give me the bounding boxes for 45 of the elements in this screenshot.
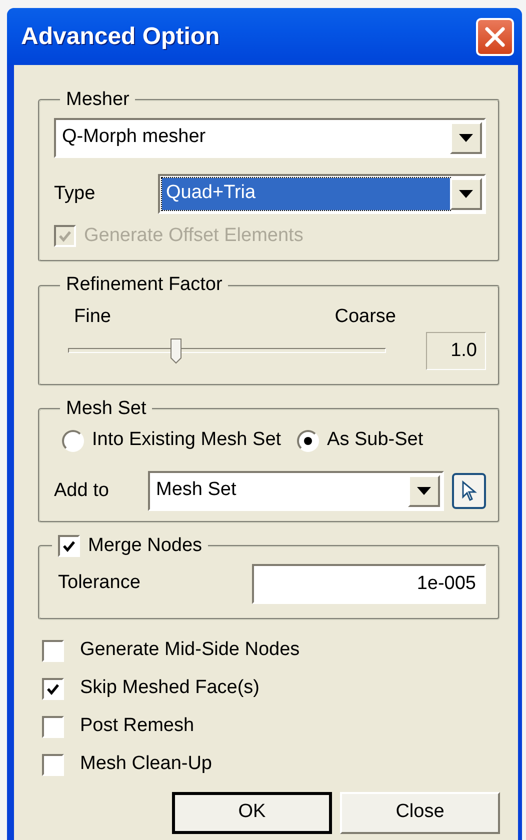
- pick-button[interactable]: [452, 472, 486, 509]
- check-icon: [46, 682, 60, 696]
- window-title: Advanced Option: [21, 22, 220, 52]
- checkbox-label: Merge Nodes: [88, 534, 202, 558]
- checkbox[interactable]: [42, 678, 64, 700]
- checkbox[interactable]: [42, 640, 64, 662]
- slider-min-label: Fine: [74, 305, 111, 330]
- checkbox-label: Generate Mid-Side Nodes: [80, 638, 300, 662]
- group-label: Mesh Set: [65, 398, 148, 420]
- close-icon: [484, 26, 506, 48]
- mesher-dropdown[interactable]: Q-Morph mesher: [54, 118, 486, 158]
- mesh-set-dropdown[interactable]: Mesh Set: [148, 470, 444, 511]
- checkbox[interactable]: [58, 535, 80, 558]
- dropdown-button[interactable]: [450, 178, 482, 210]
- check-icon: [58, 229, 72, 244]
- checkbox-label: Generate Offset Elements: [84, 224, 304, 248]
- radio-button[interactable]: [297, 430, 320, 452]
- cursor-icon: [461, 480, 477, 502]
- caret-icon: [459, 134, 473, 142]
- radio-label: As Sub-Set: [327, 428, 424, 452]
- field-label: Add to: [54, 478, 110, 503]
- caret-icon: [459, 190, 473, 198]
- ok-button[interactable]: OK: [172, 792, 332, 834]
- close-button[interactable]: [476, 18, 514, 56]
- dropdown-button[interactable]: [408, 474, 440, 507]
- field-label: Tolerance: [58, 571, 140, 596]
- dropdown-button[interactable]: [450, 122, 482, 154]
- type-dropdown[interactable]: Quad+Tria: [158, 174, 486, 214]
- field-label: Type: [54, 182, 96, 206]
- radio-button[interactable]: [62, 430, 84, 452]
- checkbox-label: Mesh Clean-Up: [80, 752, 212, 776]
- group-label: Mesher: [65, 89, 130, 112]
- checkbox-label: Post Remesh: [80, 714, 194, 738]
- checkbox[interactable]: [42, 754, 64, 776]
- checkbox[interactable]: [42, 716, 64, 738]
- checkbox-label: Skip Meshed Face(s): [80, 676, 260, 700]
- caret-icon: [417, 486, 431, 495]
- group-label: Refinement Factor: [65, 274, 224, 298]
- radio-label: Into Existing Mesh Set: [92, 428, 282, 452]
- value-display: 1.0: [426, 332, 486, 370]
- slider-max-label: Coarse: [334, 305, 396, 330]
- tolerance-field[interactable]: 1e-005: [252, 564, 486, 604]
- slider-thumb[interactable]: [170, 337, 182, 364]
- check-icon: [62, 539, 76, 554]
- close-button[interactable]: Close: [340, 792, 500, 834]
